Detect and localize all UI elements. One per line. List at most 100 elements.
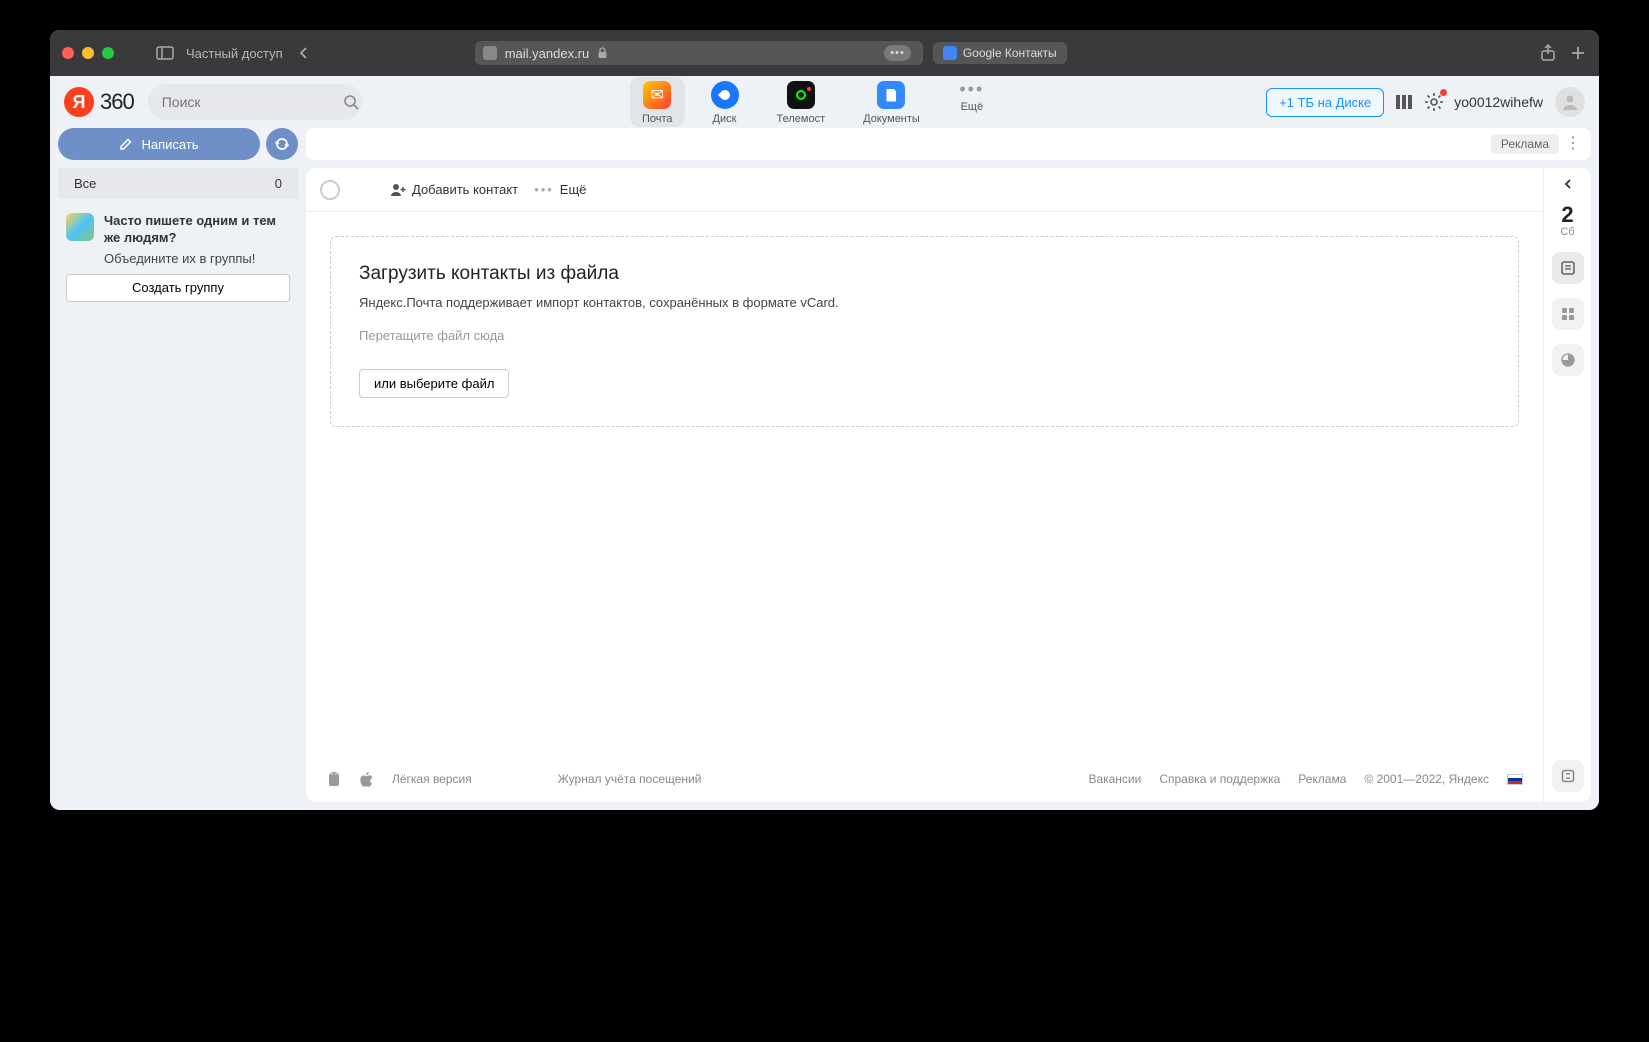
nav-telemost[interactable]: Телемост xyxy=(765,77,838,127)
import-contacts-dropzone[interactable]: Загрузить контакты из файла Яндекс.Почта… xyxy=(330,236,1519,427)
share-icon[interactable] xyxy=(1539,44,1557,62)
yandex-logo-icon: Я xyxy=(64,87,94,117)
right-sidebar: 2 Сб xyxy=(1543,168,1591,802)
tab-label: Google Контакты xyxy=(963,46,1057,60)
choose-file-button[interactable]: или выберите файл xyxy=(359,369,509,398)
drop-title: Загрузить контакты из файла xyxy=(359,263,1490,285)
footer: Лёгкая версия Журнал учёта посещений Вак… xyxy=(306,756,1543,802)
nav-docs-label: Документы xyxy=(863,113,920,125)
tab-google-contacts[interactable]: Google Контакты xyxy=(933,42,1067,64)
folder-all[interactable]: Все 0 xyxy=(58,168,298,199)
settings-notification-dot xyxy=(1440,89,1447,96)
search-box[interactable] xyxy=(148,84,362,120)
toolbar-more-label: Ещё xyxy=(560,182,587,197)
calendar-dow: Сб xyxy=(1560,226,1574,238)
minimize-window[interactable] xyxy=(82,47,94,59)
nav-disk-label: Диск xyxy=(713,113,737,125)
disk-icon xyxy=(711,81,739,109)
groups-promo-title: Часто пишете одним и тем же людям? xyxy=(104,213,290,247)
yandex-360-logo[interactable]: Я 360 xyxy=(64,87,134,117)
more-icon: ••• xyxy=(958,81,986,97)
docs-icon xyxy=(877,81,905,109)
maximize-window[interactable] xyxy=(102,47,114,59)
google-contacts-icon xyxy=(943,46,957,60)
refresh-icon xyxy=(274,136,290,152)
nav-disk[interactable]: Диск xyxy=(699,77,751,127)
layout-icon[interactable] xyxy=(1394,92,1414,112)
calendar-date[interactable]: 2 Сб xyxy=(1560,204,1574,238)
reader-icon[interactable]: ••• xyxy=(884,45,911,61)
collapse-rightbar-icon[interactable] xyxy=(1563,178,1573,190)
more-dots-icon: ••• xyxy=(534,182,554,197)
nav-mail[interactable]: ✉ Почта xyxy=(630,77,685,127)
close-window[interactable] xyxy=(62,47,74,59)
folder-count: 0 xyxy=(275,176,282,191)
disk-upgrade-button[interactable]: +1 ТБ на Диске xyxy=(1266,88,1384,117)
footer-light-version[interactable]: Лёгкая версия xyxy=(392,772,472,786)
nav-docs[interactable]: Документы xyxy=(851,77,932,127)
refresh-button[interactable] xyxy=(266,128,298,160)
traffic-lights xyxy=(62,47,114,59)
footer-copyright: © 2001—2022, Яндекс xyxy=(1364,772,1489,786)
folder-name: Все xyxy=(74,176,96,191)
apple-icon[interactable] xyxy=(360,771,374,788)
rightbar-apps-icon[interactable] xyxy=(1552,298,1584,330)
private-mode-label: Частный доступ xyxy=(186,46,283,61)
groups-promo-card: Часто пишете одним и тем же людям? Объед… xyxy=(58,207,298,308)
ad-bar: Реклама ⋮ xyxy=(306,128,1591,160)
compose-label: Написать xyxy=(141,137,198,152)
groups-promo-subtitle: Объедините их в группы! xyxy=(104,251,290,266)
browser-window: Частный доступ mail.yandex.ru ••• Google… xyxy=(50,30,1599,810)
groups-promo-icon xyxy=(66,213,94,241)
add-contact-icon xyxy=(390,183,406,197)
compose-icon xyxy=(119,137,133,151)
search-icon[interactable] xyxy=(343,94,359,110)
topbar-right: +1 ТБ на Диске yo0012wihefw xyxy=(1266,87,1585,117)
rightbar-templates-icon[interactable] xyxy=(1552,760,1584,792)
ad-menu-icon[interactable]: ⋮ xyxy=(1565,136,1581,152)
new-tab-icon[interactable] xyxy=(1569,44,1587,62)
sidebar: Написать Все 0 Часто пишете одним и тем … xyxy=(58,128,298,802)
footer-ads[interactable]: Реклама xyxy=(1298,772,1346,786)
nav-more-label: Ещё xyxy=(961,101,984,113)
select-all-checkbox[interactable] xyxy=(320,180,340,200)
drop-subtitle: Яндекс.Почта поддерживает импорт контакт… xyxy=(359,295,1490,310)
nav-telemost-label: Телемост xyxy=(777,113,826,125)
contacts-toolbar: Добавить контакт ••• Ещё xyxy=(306,168,1543,212)
yandex-mail-app: Я 360 ✉ Почта Диск xyxy=(50,76,1599,810)
settings-icon[interactable] xyxy=(1424,92,1444,112)
sidebar-toggle-icon[interactable] xyxy=(156,44,174,62)
ad-label[interactable]: Реклама xyxy=(1491,134,1559,154)
rightbar-notes-icon[interactable] xyxy=(1552,252,1584,284)
mail-icon: ✉ xyxy=(643,81,671,109)
add-contact-button[interactable]: Добавить контакт xyxy=(390,182,518,197)
calendar-day: 2 xyxy=(1560,204,1574,226)
app-topbar: Я 360 ✉ Почта Диск xyxy=(50,76,1599,128)
create-group-button[interactable]: Создать группу xyxy=(66,274,290,302)
site-favicon xyxy=(483,46,497,60)
browser-bar: Частный доступ mail.yandex.ru ••• Google… xyxy=(50,30,1599,76)
footer-vacancies[interactable]: Вакансии xyxy=(1088,772,1141,786)
footer-visit-log[interactable]: Журнал учёта посещений xyxy=(558,772,702,786)
content-main: Добавить контакт ••• Ещё Загрузить конта… xyxy=(306,168,1543,802)
url-bar[interactable]: mail.yandex.ru ••• xyxy=(475,41,923,65)
back-icon[interactable] xyxy=(295,44,313,62)
url-text: mail.yandex.ru xyxy=(505,46,590,61)
username[interactable]: yo0012wihefw xyxy=(1454,94,1543,110)
avatar[interactable] xyxy=(1555,87,1585,117)
ru-flag-icon[interactable] xyxy=(1507,774,1523,785)
rightbar-stats-icon[interactable] xyxy=(1552,344,1584,376)
search-input[interactable] xyxy=(162,94,343,110)
logo-360-text: 360 xyxy=(100,89,134,115)
compose-button[interactable]: Написать xyxy=(58,128,260,160)
add-contact-label: Добавить контакт xyxy=(412,182,518,197)
telemost-icon xyxy=(787,81,815,109)
app-switcher: ✉ Почта Диск Телемост Документы ••• xyxy=(630,77,998,127)
drop-hint: Перетащите файл сюда xyxy=(359,328,1490,343)
toolbar-more-button[interactable]: ••• Ещё xyxy=(534,182,586,197)
android-icon[interactable] xyxy=(326,770,342,788)
footer-help[interactable]: Справка и поддержка xyxy=(1159,772,1280,786)
nav-mail-label: Почта xyxy=(642,113,673,125)
lock-icon xyxy=(597,47,608,59)
nav-more[interactable]: ••• Ещё xyxy=(946,77,998,127)
